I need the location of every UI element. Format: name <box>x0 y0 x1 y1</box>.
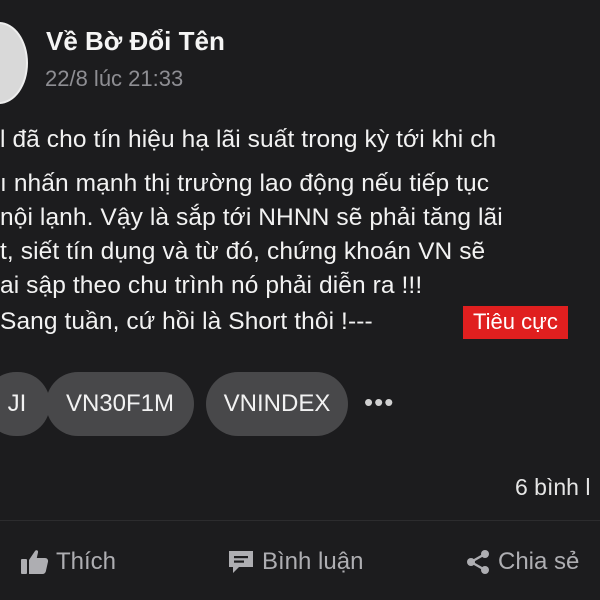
post-line-1: l đã cho tín hiệu hạ lãi suất trong kỳ t… <box>0 126 497 153</box>
share-label: Chia sẻ <box>498 548 580 575</box>
sentiment-badge: Tiêu cực <box>463 306 568 339</box>
tag-chip-vnindex[interactable]: VNINDEX <box>206 372 348 436</box>
comment-label: Bình luận <box>262 548 364 575</box>
post-line-3: nội lạnh. Vậy là sắp tới NHNN sẽ phải tă… <box>0 204 503 231</box>
more-tags-icon[interactable]: ••• <box>364 389 394 415</box>
thumbs-up-icon <box>20 548 50 576</box>
share-icon <box>464 548 492 576</box>
post-line-6: Sang tuần, cứ hồi là Short thôi !--- <box>0 308 373 335</box>
like-button[interactable]: Thích <box>20 544 116 580</box>
tag-chip[interactable]: JI <box>0 372 50 436</box>
comment-button[interactable]: Bình luận <box>226 544 363 580</box>
post-line-5: ai sập theo chu trình nó phải diễn ra !!… <box>0 272 423 299</box>
post-line-4: t, siết tín dụng và từ đó, chứng khoán V… <box>0 238 486 265</box>
tag-chip-vn30f1m[interactable]: VN30F1M <box>46 372 194 436</box>
author-avatar[interactable] <box>0 22 28 104</box>
divider <box>0 520 600 521</box>
post-timestamp: 22/8 lúc 21:33 <box>45 66 184 91</box>
like-label: Thích <box>56 548 117 575</box>
share-button[interactable]: Chia sẻ <box>464 544 579 580</box>
author-name[interactable]: Về Bờ Đổi Tên <box>46 26 225 57</box>
comment-bubble-icon <box>226 548 256 576</box>
post-line-2: ı nhấn mạnh thị trường lao động nếu tiếp… <box>0 170 490 197</box>
comment-count[interactable]: 6 bình l <box>515 474 590 501</box>
